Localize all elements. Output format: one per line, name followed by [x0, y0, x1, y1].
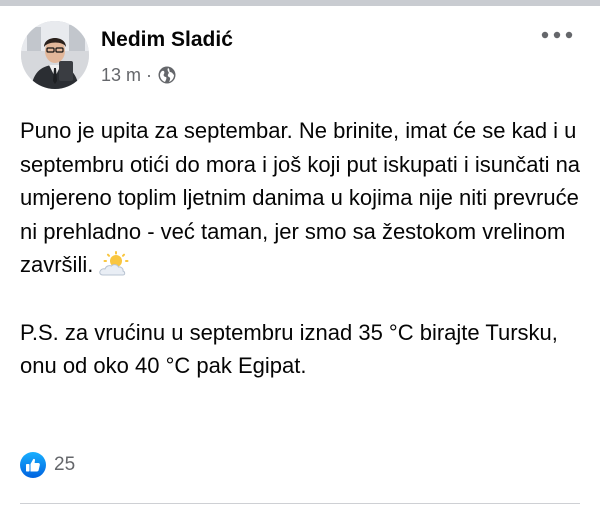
like-icon — [20, 452, 46, 478]
globe-icon[interactable] — [158, 66, 176, 84]
reactions-summary[interactable]: 25 — [20, 452, 75, 478]
avatar[interactable] — [21, 21, 89, 89]
post-paragraph: P.S. za vrućinu u septembru iznad 35 °C … — [20, 319, 558, 379]
post-meta: 13 m · — [101, 64, 176, 86]
reaction-count: 25 — [54, 454, 76, 475]
more-horizontal-icon — [541, 31, 573, 39]
bottom-divider — [20, 503, 580, 504]
author-name[interactable]: Nedim Sladić — [101, 28, 233, 52]
post-text: Puno je upita za septembar. Ne brinite, … — [20, 114, 585, 383]
sun-behind-cloud-icon — [99, 251, 129, 277]
more-options-button[interactable] — [536, 22, 578, 48]
meta-separator: · — [146, 64, 153, 85]
top-divider — [0, 0, 600, 6]
post-time[interactable]: 13 m — [101, 65, 141, 86]
post-paragraph: Puno je upita za septembar. Ne brinite, … — [20, 114, 585, 282]
